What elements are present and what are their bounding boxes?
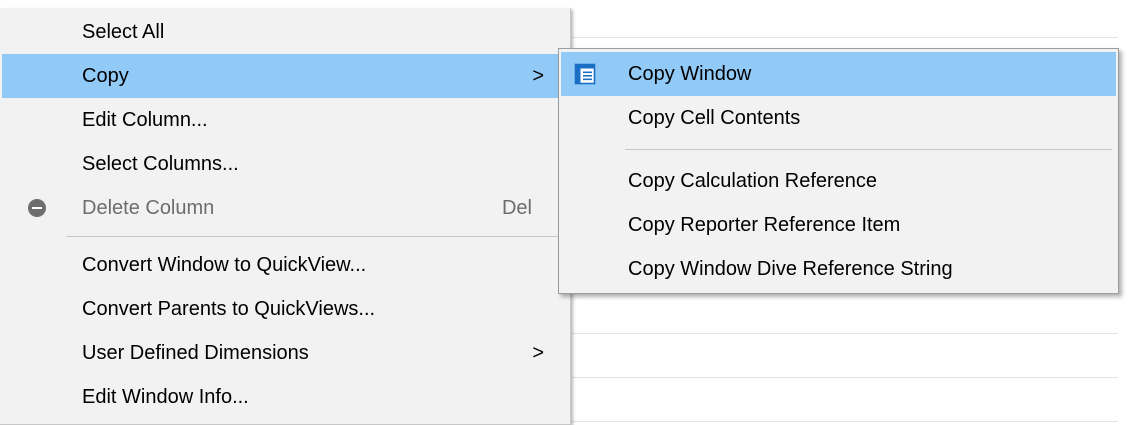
menu-item-edit-window-info[interactable]: Edit Window Info... — [2, 375, 568, 419]
background-grid-line — [572, 333, 1118, 334]
background-grid-line — [572, 37, 1118, 38]
menu-item-label: User Defined Dimensions — [82, 342, 309, 364]
menu-item-convert-window-to-quickview[interactable]: Convert Window to QuickView... — [2, 243, 568, 287]
copy-submenu: Copy Window Copy Cell Contents Copy Calc… — [558, 48, 1119, 294]
menu-item-shortcut: Del — [501, 197, 532, 219]
menu-item-copy[interactable]: Copy > — [2, 54, 568, 98]
menu-item-label: Delete Column — [82, 197, 215, 219]
submenu-arrow-icon: > — [532, 342, 544, 364]
menu-item-label: Convert Window to QuickView... — [82, 254, 367, 276]
submenu-item-copy-window[interactable]: Copy Window — [561, 52, 1116, 96]
background-grid-line — [572, 421, 1118, 422]
menu-item-user-defined-dimensions[interactable]: User Defined Dimensions > — [2, 331, 568, 375]
menu-item-label: Copy Calculation Reference — [628, 170, 878, 192]
context-menu: Select All Copy > Edit Column... Select … — [0, 8, 571, 425]
submenu-item-copy-reporter-reference-item[interactable]: Copy Reporter Reference Item — [561, 203, 1116, 247]
menu-item-label: Edit Column... — [82, 109, 208, 131]
submenu-item-copy-calculation-reference[interactable]: Copy Calculation Reference — [561, 159, 1116, 203]
submenu-item-copy-cell-contents[interactable]: Copy Cell Contents — [561, 96, 1116, 140]
menu-item-select-all[interactable]: Select All — [2, 10, 568, 54]
menu-item-edit-column[interactable]: Edit Column... — [2, 98, 568, 142]
menu-item-label: Convert Parents to QuickViews... — [82, 298, 376, 320]
menu-item-label: Copy — [82, 65, 129, 87]
menu-separator — [625, 149, 1112, 150]
menu-item-label: Select All — [82, 21, 165, 43]
submenu-arrow-icon: > — [532, 65, 544, 87]
menu-item-select-columns[interactable]: Select Columns... — [2, 142, 568, 186]
menu-item-label: Copy Window Dive Reference String — [628, 258, 953, 280]
menu-item-label: Copy Reporter Reference Item — [628, 214, 901, 236]
menu-item-label: Copy Cell Contents — [628, 107, 801, 129]
delete-circle-icon — [28, 199, 46, 217]
menu-item-convert-parents-to-quickviews[interactable]: Convert Parents to QuickViews... — [2, 287, 568, 331]
menu-item-delete-column[interactable]: Delete Column Del — [2, 186, 568, 230]
submenu-item-copy-window-dive-reference-string[interactable]: Copy Window Dive Reference String — [561, 247, 1116, 291]
background-grid-line — [572, 377, 1118, 378]
window-copy-icon — [574, 63, 596, 85]
menu-item-label: Copy Window — [628, 63, 752, 85]
menu-separator — [66, 236, 566, 237]
menu-item-label: Edit Window Info... — [82, 386, 249, 408]
menu-item-label: Select Columns... — [82, 153, 239, 175]
